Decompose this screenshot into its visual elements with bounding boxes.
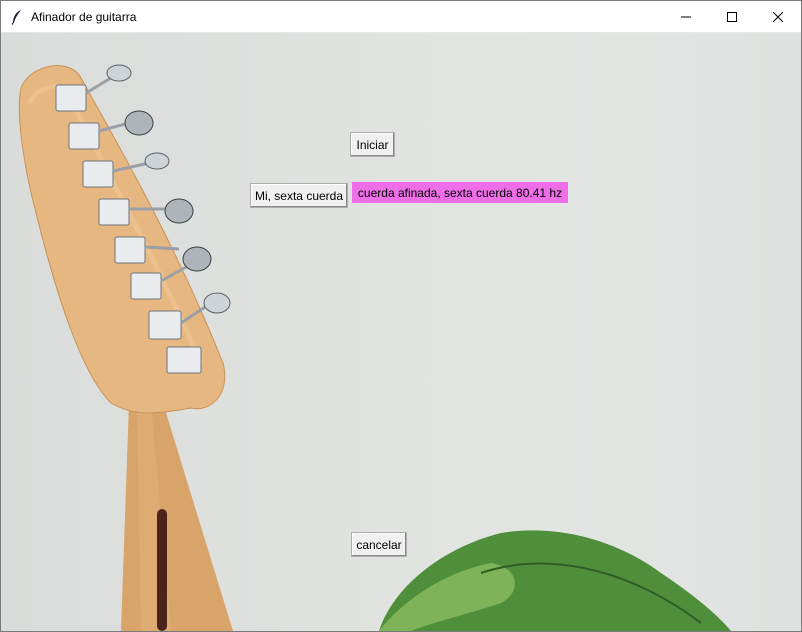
title-bar[interactable]: Afinador de guitarra [1,1,801,33]
minimize-button[interactable] [663,1,709,32]
close-button[interactable] [755,1,801,32]
close-icon [773,11,783,22]
window-controls [663,1,801,32]
cancel-button[interactable]: cancelar [351,532,407,557]
maximize-button[interactable] [709,1,755,32]
minimize-icon [681,16,691,17]
feather-icon [9,9,25,25]
maximize-icon [727,11,737,22]
sixth-string-button[interactable]: Mi, sexta cuerda [250,183,348,208]
window-title: Afinador de guitarra [31,9,137,24]
tuning-status-label: cuerda afinada, sexta cuerda 80.41 hz [352,182,568,203]
app-window: Afinador de guitarra Iniciar Mi, sexta c… [0,0,802,632]
start-button[interactable]: Iniciar [350,132,395,157]
background-canvas: Iniciar Mi, sexta cuerda cuerda afinada,… [1,33,801,631]
